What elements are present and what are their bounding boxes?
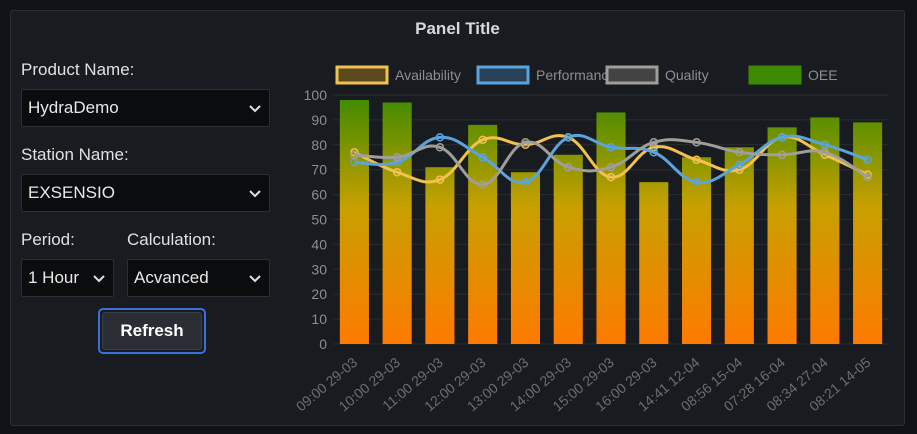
panel: Panel Title Product Name: HydraDemo Stat…: [10, 10, 905, 426]
oee-bar: [425, 167, 455, 344]
y-tick-label: 10: [311, 311, 327, 327]
oee-chart: 010203040506070809010009:00 29-0310:00 2…: [293, 65, 889, 414]
y-tick-label: 30: [311, 261, 327, 277]
legend-label: Quality: [665, 67, 709, 83]
oee-bar: [382, 102, 412, 344]
legend-label: OEE: [808, 67, 838, 83]
y-tick-label: 90: [311, 112, 327, 128]
legend-label: Availability: [395, 67, 461, 83]
y-tick-label: 70: [311, 162, 327, 178]
oee-bar: [339, 99, 369, 344]
oee-bar: [553, 154, 583, 344]
y-tick-label: 0: [319, 336, 327, 352]
legend-swatch: [335, 65, 389, 85]
legend-swatch: [605, 65, 659, 85]
oee-bar: [767, 127, 797, 345]
oee-bar: [510, 172, 541, 344]
legend-swatch: [748, 65, 802, 85]
oee-bar: [724, 147, 754, 344]
legend-label: Performance: [536, 67, 616, 83]
y-tick-label: 50: [311, 212, 327, 228]
y-tick-label: 40: [311, 236, 327, 252]
y-tick-label: 60: [311, 187, 327, 203]
y-tick-label: 20: [311, 286, 327, 302]
oee-bar: [639, 182, 669, 344]
y-tick-label: 100: [304, 87, 328, 103]
legend-swatch: [476, 65, 530, 85]
y-tick-label: 80: [311, 137, 327, 153]
